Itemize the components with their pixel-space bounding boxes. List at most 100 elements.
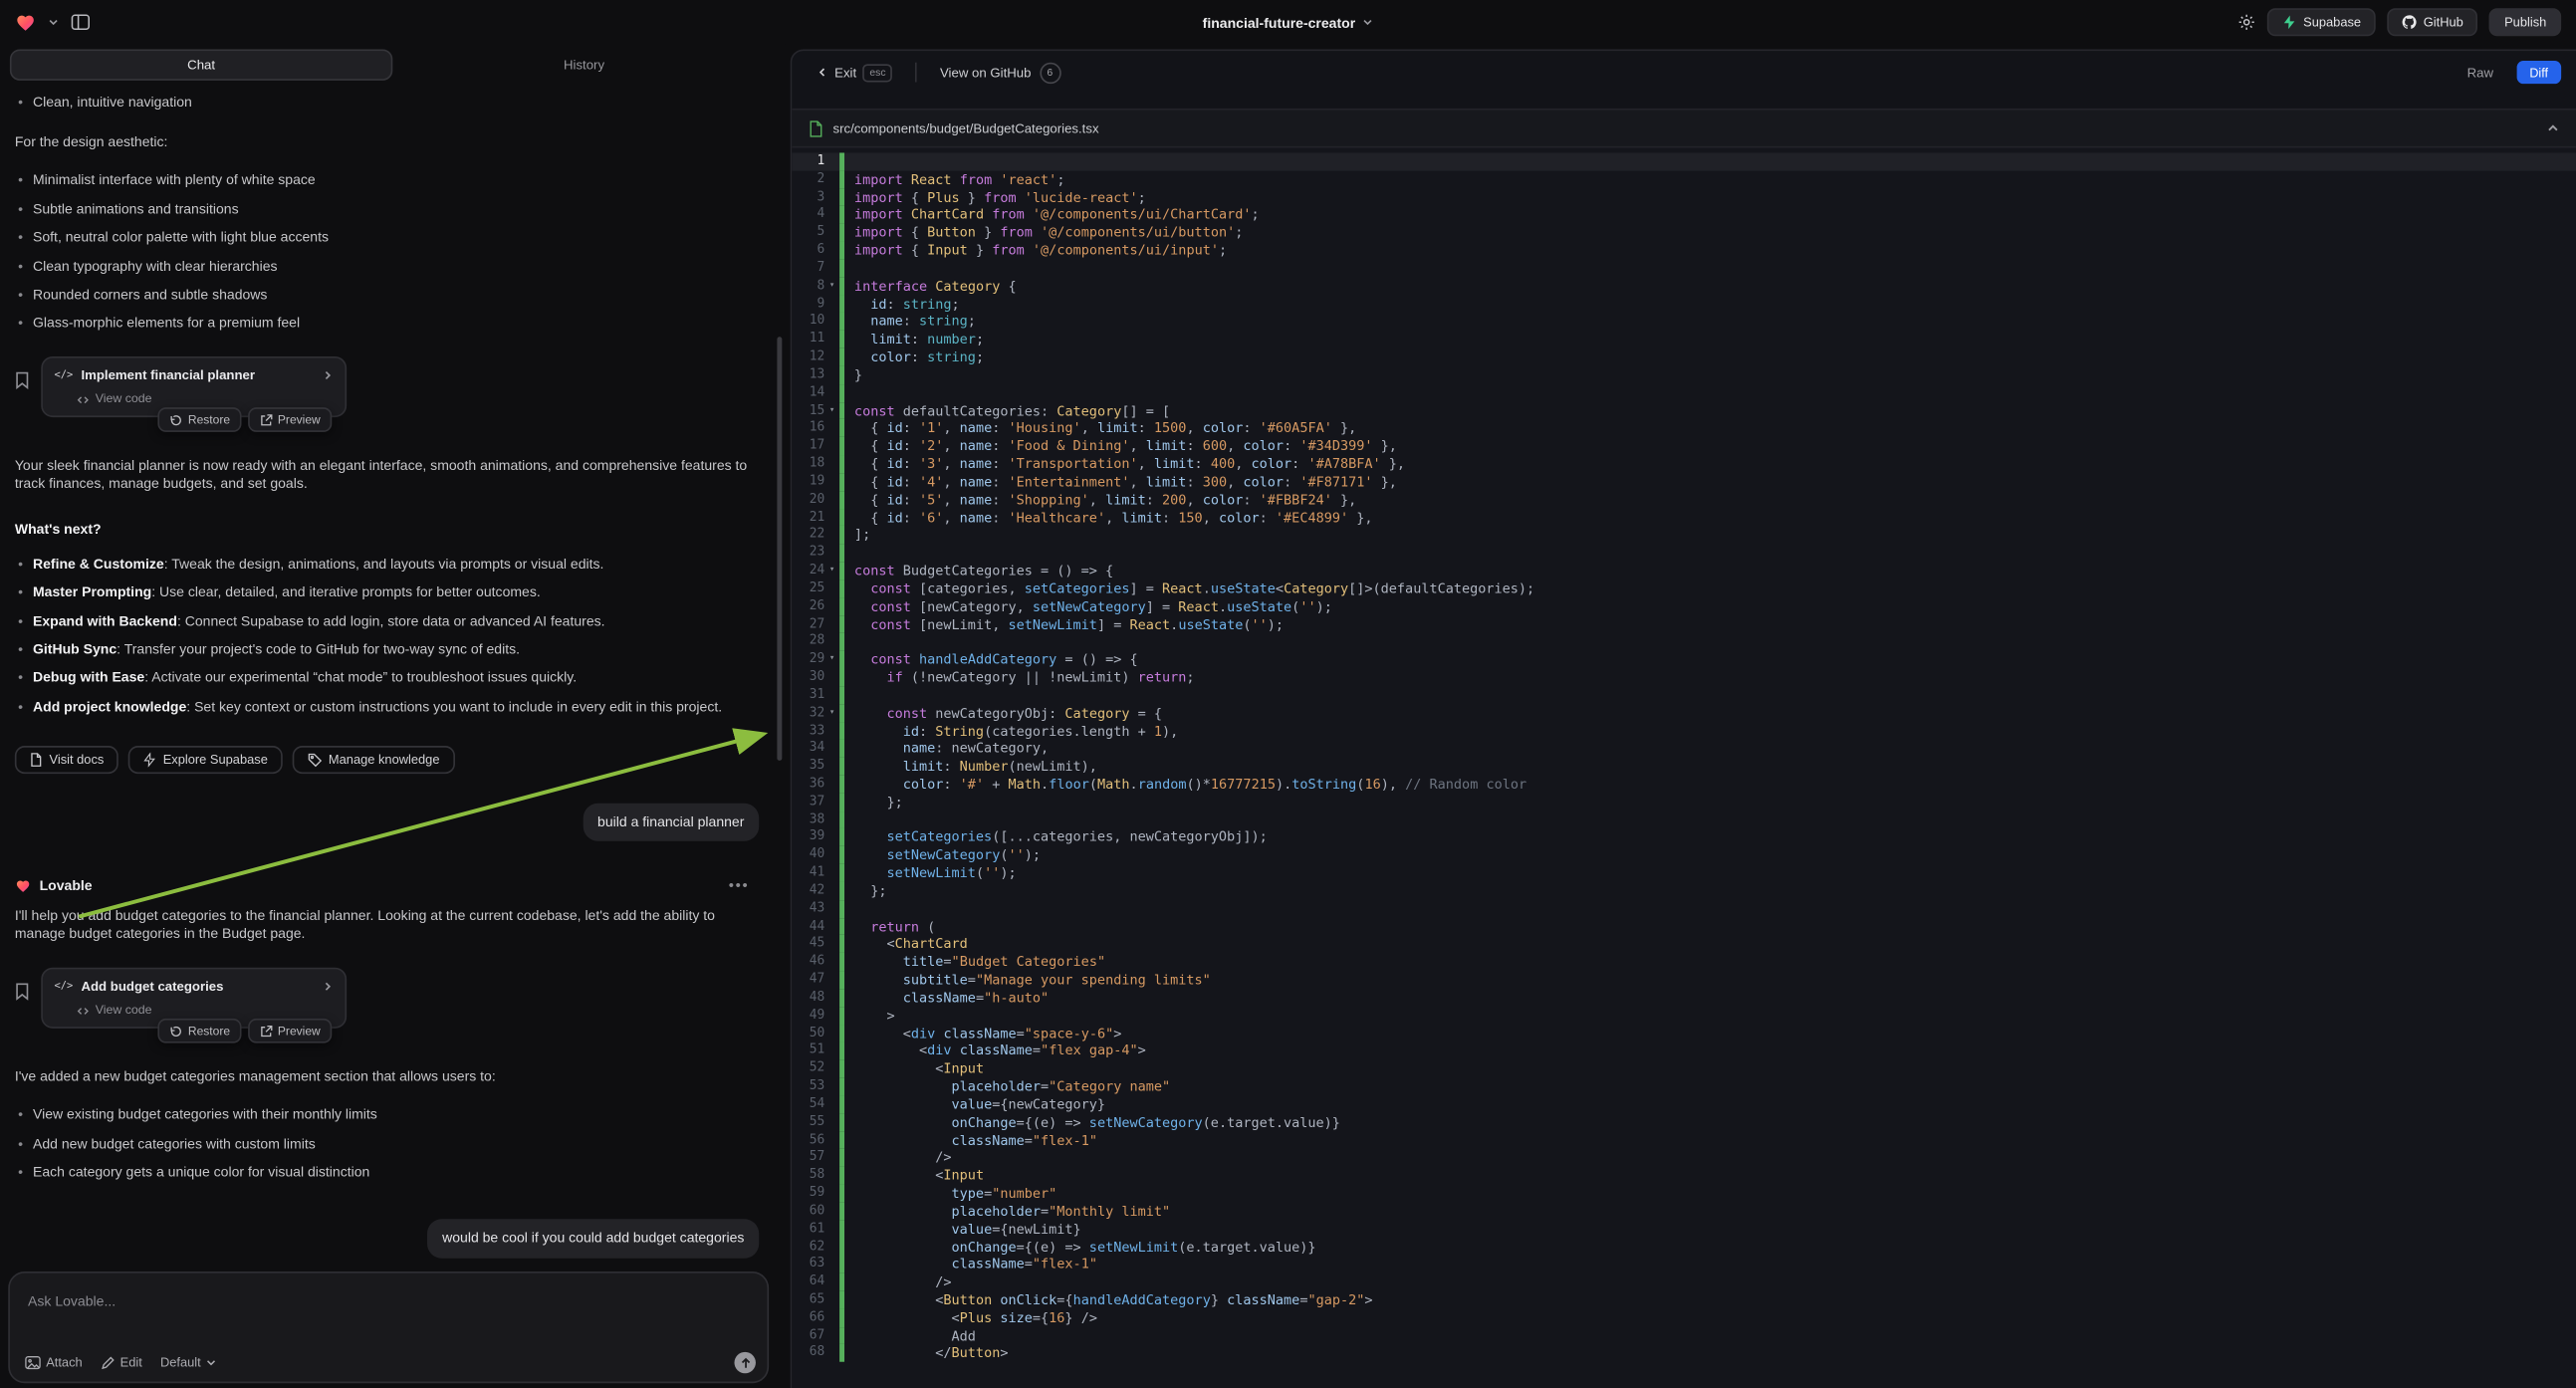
fold-chevron-icon[interactable]: [824, 953, 839, 971]
fold-chevron-icon[interactable]: [824, 615, 839, 633]
fold-chevron-icon[interactable]: [824, 366, 839, 384]
file-header[interactable]: src/components/budget/BudgetCategories.t…: [792, 109, 2576, 148]
fold-chevron-icon[interactable]: [824, 331, 839, 348]
explore-supabase-button[interactable]: Explore Supabase: [128, 746, 283, 774]
fold-chevron-icon[interactable]: [824, 1185, 839, 1203]
fold-chevron-icon[interactable]: [824, 295, 839, 313]
fold-chevron-icon[interactable]: [824, 170, 839, 188]
fold-chevron-icon[interactable]: [824, 900, 839, 918]
fold-chevron-icon[interactable]: ▾: [824, 402, 839, 420]
chat-scrollbar[interactable]: [777, 337, 782, 761]
fold-chevron-icon[interactable]: [824, 1256, 839, 1273]
bookmark-icon[interactable]: [15, 370, 30, 388]
fold-chevron-icon[interactable]: [824, 1220, 839, 1238]
fold-chevron-icon[interactable]: [824, 1238, 839, 1256]
fold-chevron-icon[interactable]: ▾: [824, 562, 839, 579]
fold-chevron-icon[interactable]: [824, 313, 839, 331]
fold-chevron-icon[interactable]: [824, 918, 839, 936]
restore-button[interactable]: Restore: [158, 407, 241, 432]
fold-chevron-icon[interactable]: [824, 527, 839, 545]
fold-chevron-icon[interactable]: [824, 579, 839, 597]
fold-chevron-icon[interactable]: [824, 1060, 839, 1078]
fold-chevron-icon[interactable]: [824, 152, 839, 170]
edit-button[interactable]: Edit: [101, 1355, 142, 1370]
fold-chevron-icon[interactable]: [824, 1309, 839, 1327]
fold-chevron-icon[interactable]: [824, 1291, 839, 1309]
fold-chevron-icon[interactable]: [824, 348, 839, 366]
visit-docs-button[interactable]: Visit docs: [15, 746, 118, 774]
fold-chevron-icon[interactable]: [824, 1202, 839, 1220]
fold-chevron-icon[interactable]: [824, 1095, 839, 1113]
fold-chevron-icon[interactable]: [824, 740, 839, 758]
attach-button[interactable]: Attach: [25, 1355, 83, 1370]
bookmark-icon[interactable]: [15, 982, 30, 1000]
diff-toggle-button[interactable]: Diff: [2516, 61, 2561, 84]
fold-chevron-icon[interactable]: [824, 455, 839, 473]
workspace-chevron-down-icon[interactable]: [48, 16, 60, 28]
restore-button[interactable]: Restore: [158, 1019, 241, 1043]
fold-chevron-icon[interactable]: [824, 1273, 839, 1291]
fold-chevron-icon[interactable]: [824, 633, 839, 651]
fold-chevron-icon[interactable]: [824, 776, 839, 794]
raw-toggle-button[interactable]: Raw: [2458, 64, 2503, 82]
fold-chevron-icon[interactable]: [824, 1149, 839, 1167]
fold-chevron-icon[interactable]: [824, 491, 839, 509]
code-viewer[interactable]: 12import React from 'react';3import { Pl…: [792, 147, 2576, 1388]
fold-chevron-icon[interactable]: [824, 794, 839, 811]
fold-chevron-icon[interactable]: [824, 1131, 839, 1149]
fold-chevron-icon[interactable]: ▾: [824, 277, 839, 295]
fold-chevron-icon[interactable]: [824, 384, 839, 402]
fold-chevron-icon[interactable]: [824, 224, 839, 242]
preview-button[interactable]: Preview: [248, 1019, 332, 1043]
model-select[interactable]: Default: [160, 1355, 217, 1370]
github-button[interactable]: GitHub: [2387, 8, 2477, 36]
fold-chevron-icon[interactable]: [824, 846, 839, 864]
fold-chevron-icon[interactable]: [824, 1167, 839, 1185]
collapse-file-icon[interactable]: [2546, 121, 2559, 134]
fold-chevron-icon[interactable]: [824, 971, 839, 989]
fold-chevron-icon[interactable]: [824, 206, 839, 224]
fold-chevron-icon[interactable]: ▾: [824, 704, 839, 722]
fold-chevron-icon[interactable]: [824, 828, 839, 846]
supabase-button[interactable]: Supabase: [2267, 8, 2376, 36]
fold-chevron-icon[interactable]: [824, 810, 839, 828]
manage-knowledge-button[interactable]: Manage knowledge: [293, 746, 455, 774]
fold-chevron-icon[interactable]: [824, 1025, 839, 1042]
lovable-logo-icon[interactable]: [15, 12, 36, 32]
settings-gear-icon[interactable]: [2237, 13, 2255, 31]
tab-chat[interactable]: Chat: [10, 49, 392, 80]
fold-chevron-icon[interactable]: [824, 882, 839, 900]
sidebar-toggle-icon[interactable]: [71, 13, 91, 31]
send-button[interactable]: [734, 1352, 755, 1373]
fold-chevron-icon[interactable]: [824, 935, 839, 953]
preview-button[interactable]: Preview: [248, 407, 332, 432]
fold-chevron-icon[interactable]: [824, 686, 839, 704]
fold-chevron-icon[interactable]: [824, 597, 839, 615]
exit-button[interactable]: Exit esc: [807, 62, 902, 83]
project-switcher[interactable]: financial-future-creator: [1203, 14, 1374, 30]
fold-chevron-icon[interactable]: [824, 1113, 839, 1131]
fold-chevron-icon[interactable]: [824, 544, 839, 562]
fold-chevron-icon[interactable]: [824, 669, 839, 687]
view-on-github-link[interactable]: View on GitHub 6: [930, 60, 1070, 85]
fold-chevron-icon[interactable]: [824, 1042, 839, 1060]
chat-input[interactable]: [25, 1291, 578, 1311]
fold-chevron-icon[interactable]: [824, 758, 839, 776]
fold-chevron-icon[interactable]: [824, 419, 839, 437]
fold-chevron-icon[interactable]: ▾: [824, 651, 839, 669]
fold-chevron-icon[interactable]: [824, 722, 839, 740]
fold-chevron-icon[interactable]: [824, 1344, 839, 1362]
message-options-icon[interactable]: •••: [719, 876, 759, 896]
fold-chevron-icon[interactable]: [824, 1007, 839, 1025]
fold-chevron-icon[interactable]: [824, 1077, 839, 1095]
fold-chevron-icon[interactable]: [824, 864, 839, 882]
fold-chevron-icon[interactable]: [824, 188, 839, 206]
fold-chevron-icon[interactable]: [824, 473, 839, 491]
fold-chevron-icon[interactable]: [824, 509, 839, 527]
publish-button[interactable]: Publish: [2489, 8, 2561, 36]
fold-chevron-icon[interactable]: [824, 989, 839, 1007]
view-code-link[interactable]: View code: [78, 1003, 334, 1019]
view-code-link[interactable]: View code: [78, 391, 334, 407]
fold-chevron-icon[interactable]: [824, 242, 839, 260]
tab-history[interactable]: History: [392, 49, 775, 80]
